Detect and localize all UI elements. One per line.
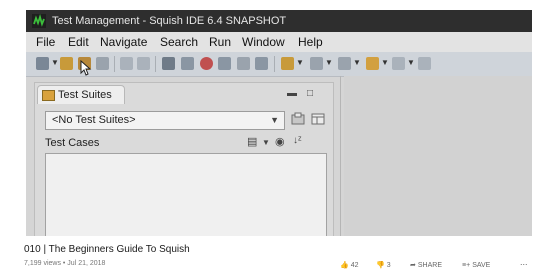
like-count: 42: [350, 262, 359, 269]
video-player[interactable]: Test Management - Squish IDE 6.4 SNAPSHO…: [26, 10, 532, 236]
thumbs-down-icon: 👎: [376, 262, 385, 269]
like-button[interactable]: 👍 42: [340, 261, 359, 270]
suite-settings-icon[interactable]: [311, 112, 325, 126]
video-info: 010 | The Beginners Guide To Squish 7,19…: [0, 236, 559, 276]
new-suite-icon[interactable]: [60, 57, 73, 70]
menu-file[interactable]: File: [36, 32, 55, 52]
panel-tabbar: Test Suites ▬ □: [35, 83, 333, 105]
new-icon[interactable]: [36, 57, 49, 70]
playlist-add-icon: ≡+: [462, 262, 471, 269]
toolbar-separator: [114, 56, 115, 72]
dislike-button[interactable]: 👎 3: [376, 261, 391, 270]
video-stats: 7,199 views • Jul 21, 2018: [24, 260, 106, 267]
forward-icon[interactable]: [418, 57, 431, 70]
minimize-icon[interactable]: ▬: [287, 89, 297, 99]
share-icon: ➦: [410, 262, 416, 269]
console-icon[interactable]: [255, 57, 268, 70]
debug-icon[interactable]: [310, 57, 323, 70]
share-label: SHARE: [417, 262, 442, 269]
window-title: Test Management - Squish IDE 6.4 SNAPSHO…: [52, 15, 287, 27]
share-button[interactable]: ➦ SHARE: [410, 261, 442, 270]
test-suites-panel: Test Suites ▬ □ <No Test Suites> ▼ Test …: [34, 82, 334, 236]
menu-window[interactable]: Window: [242, 32, 285, 52]
menu-search[interactable]: Search: [160, 32, 198, 52]
run-dropdown-icon[interactable]: ▼: [296, 58, 304, 67]
test-cases-label: Test Cases: [45, 137, 100, 149]
inspect-icon[interactable]: [237, 57, 250, 70]
record-icon[interactable]: [181, 57, 194, 70]
mouse-cursor-icon: [80, 60, 92, 76]
sort-az-icon[interactable]: ↓ᶻ: [293, 135, 302, 146]
save-label: SAVE: [472, 262, 491, 269]
video-title: 010 | The Beginners Guide To Squish: [24, 244, 190, 255]
external-tools-icon[interactable]: [338, 57, 351, 70]
main-toolbar: ▼ ▼ ▼ ▼ ▼ ▼: [26, 52, 532, 77]
menu-edit[interactable]: Edit: [68, 32, 89, 52]
save-button[interactable]: ≡+ SAVE: [462, 261, 490, 270]
select-value: <No Test Suites>: [52, 114, 136, 126]
pane-divider[interactable]: [340, 76, 341, 236]
pause-icon[interactable]: [218, 57, 231, 70]
run-test-icon[interactable]: ◉: [275, 135, 285, 148]
menu-run[interactable]: Run: [209, 32, 231, 52]
open-icon[interactable]: [366, 57, 379, 70]
undo-icon[interactable]: [120, 57, 133, 70]
squish-app-icon: [32, 14, 46, 28]
more-button[interactable]: ...: [520, 258, 528, 267]
toolbar-separator: [155, 56, 156, 72]
open-suite-icon[interactable]: [291, 112, 305, 126]
test-suite-select[interactable]: <No Test Suites> ▼: [45, 111, 285, 130]
menubar: File Edit Navigate Search Run Window Hel…: [26, 32, 532, 52]
menu-navigate[interactable]: Navigate: [100, 32, 147, 52]
toolbar-separator: [274, 56, 275, 72]
pick-icon[interactable]: [162, 57, 175, 70]
folder-icon: [42, 90, 55, 101]
tab-label: Test Suites: [58, 89, 112, 101]
chevron-down-icon: ▼: [270, 115, 279, 125]
dislike-count: 3: [386, 262, 391, 269]
editor-area: [344, 76, 532, 236]
external-dropdown-icon[interactable]: ▼: [353, 58, 361, 67]
menu-help[interactable]: Help: [298, 32, 323, 52]
window-titlebar: Test Management - Squish IDE 6.4 SNAPSHO…: [26, 10, 532, 32]
new-dropdown-icon[interactable]: ▼: [51, 58, 59, 67]
stop-icon[interactable]: [200, 57, 213, 70]
back-dropdown-icon[interactable]: ▼: [407, 58, 415, 67]
maximize-icon[interactable]: □: [307, 89, 313, 99]
redo-icon[interactable]: [137, 57, 150, 70]
run-config-icon[interactable]: [281, 57, 294, 70]
debug-dropdown-icon[interactable]: ▼: [325, 58, 333, 67]
back-icon[interactable]: [392, 57, 405, 70]
save-icon[interactable]: [96, 57, 109, 70]
tab-test-suites[interactable]: Test Suites: [37, 85, 125, 104]
open-dropdown-icon[interactable]: ▼: [381, 58, 389, 67]
new-test-case-icon[interactable]: ▤: [247, 135, 257, 148]
test-cases-list[interactable]: [45, 153, 327, 236]
thumbs-up-icon: 👍: [340, 262, 349, 269]
chevron-down-icon[interactable]: ▼: [262, 138, 270, 147]
